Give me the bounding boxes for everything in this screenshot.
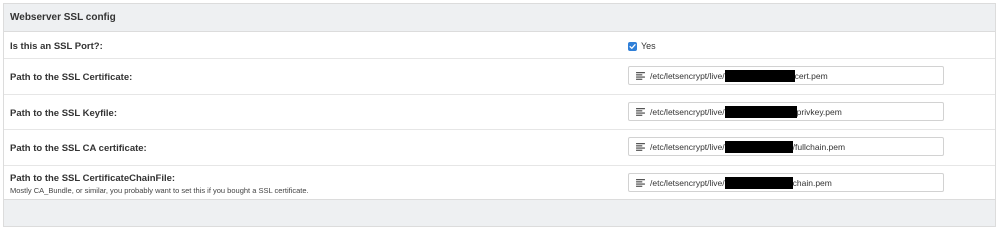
- ssl-ca-certificate-path-prefix: /etc/letsencrypt/live/: [650, 141, 725, 152]
- panel-title: Webserver SSL config: [10, 12, 116, 23]
- ssl-ca-certificate-field[interactable]: /etc/letsencrypt/live/ /fullchain.pem: [628, 137, 944, 156]
- ssl-certificate-field[interactable]: /etc/letsencrypt/live/ cert.pem: [628, 66, 944, 85]
- ssl-keyfile-path-suffix: privkey.pem: [796, 106, 842, 117]
- row-ssl-certificate: Path to the SSL Certificate: /etc/letsen…: [4, 59, 995, 95]
- text-lines-icon: [636, 71, 645, 80]
- ssl-port-checkbox-group[interactable]: Yes: [628, 41, 656, 51]
- ssl-keyfile-path-prefix: /etc/letsencrypt/live/: [650, 106, 725, 117]
- ssl-keyfile-label: Path to the SSL Keyfile:: [10, 108, 117, 119]
- ssl-chain-file-path-suffix: chain.pem: [792, 177, 832, 188]
- ssl-chain-file-field[interactable]: /etc/letsencrypt/live/ chain.pem: [628, 173, 944, 192]
- redacted-block: [724, 69, 795, 82]
- ssl-ca-certificate-label: Path to the SSL CA certificate:: [10, 143, 147, 154]
- ssl-port-label: Is this an SSL Port?:: [10, 41, 103, 52]
- redacted-block: [724, 140, 793, 153]
- row-ssl-chain-file: Path to the SSL CertificateChainFile: Mo…: [4, 166, 995, 199]
- ssl-port-checkbox[interactable]: [628, 41, 637, 51]
- row-ssl-keyfile: Path to the SSL Keyfile: /etc/letsencryp…: [4, 95, 995, 130]
- text-lines-icon: [636, 107, 645, 116]
- panel-footer: [4, 199, 995, 226]
- panel-header: Webserver SSL config: [4, 4, 995, 32]
- ssl-certificate-path-prefix: /etc/letsencrypt/live/: [650, 70, 725, 81]
- ssl-chain-file-hint: Mostly CA_Bundle, or similar, you probab…: [10, 186, 309, 195]
- ssl-config-panel: Webserver SSL config Is this an SSL Port…: [3, 3, 996, 227]
- ssl-certificate-label: Path to the SSL Certificate:: [10, 72, 133, 83]
- text-lines-icon: [636, 142, 645, 151]
- ssl-chain-file-label: Path to the SSL CertificateChainFile:: [10, 173, 176, 184]
- redacted-block: [724, 176, 793, 189]
- redacted-block: [724, 105, 797, 118]
- ssl-chain-file-path-prefix: /etc/letsencrypt/live/: [650, 177, 725, 188]
- row-ssl-port: Is this an SSL Port?: Yes: [4, 32, 995, 59]
- checkmark-icon: [629, 43, 636, 49]
- row-ssl-ca-certificate: Path to the SSL CA certificate: /etc/let…: [4, 130, 995, 166]
- ssl-keyfile-field[interactable]: /etc/letsencrypt/live/ privkey.pem: [628, 102, 944, 121]
- ssl-port-checkbox-label: Yes: [641, 41, 656, 51]
- ssl-certificate-path-suffix: cert.pem: [794, 70, 828, 81]
- text-lines-icon: [636, 178, 645, 187]
- ssl-ca-certificate-path-suffix: /fullchain.pem: [792, 141, 846, 152]
